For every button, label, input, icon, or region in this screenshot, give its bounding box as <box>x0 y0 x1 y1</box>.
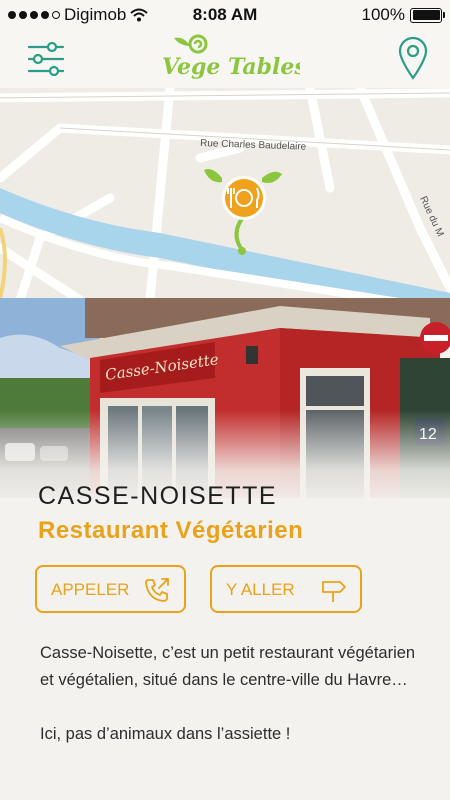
sliders-filter-icon <box>27 41 65 77</box>
direction-sign-icon <box>322 581 346 602</box>
restaurant-type: Restaurant Végétarien <box>38 517 304 544</box>
location-button[interactable] <box>398 36 428 80</box>
restaurant-name: CASSE-NOISETTE <box>38 482 278 510</box>
battery-icon <box>410 7 445 23</box>
map-pin-icon <box>398 36 428 80</box>
call-button-label: APPELER <box>51 580 130 599</box>
battery-info: 100% <box>361 5 445 25</box>
app-logo: Vege Tables <box>160 32 307 84</box>
filter-button[interactable] <box>27 41 65 77</box>
logo-text: Vege Tables <box>162 54 300 80</box>
restaurant-map-marker[interactable] <box>204 169 282 255</box>
battery-percent: 100% <box>361 5 405 24</box>
phone-outgoing-icon <box>145 578 169 602</box>
description-paragraph-1: Casse-Noisette, c’est un petit restauran… <box>40 644 416 689</box>
go-button[interactable]: Y ALLER <box>210 565 362 613</box>
go-button-label: Y ALLER <box>226 580 295 599</box>
restaurant-description: Casse-Noisette, c’est un petit restauran… <box>40 640 420 748</box>
call-button[interactable]: APPELER <box>35 565 186 613</box>
status-bar: Digimob 8:08 AM 100% <box>0 0 450 30</box>
app-header: Vege Tables <box>0 30 450 88</box>
description-paragraph-2: Ici, pas d’animaux dans l’assiette ! <box>40 725 291 743</box>
map-view[interactable]: Rue Charles Baudelaire Rue du M <box>0 88 450 300</box>
